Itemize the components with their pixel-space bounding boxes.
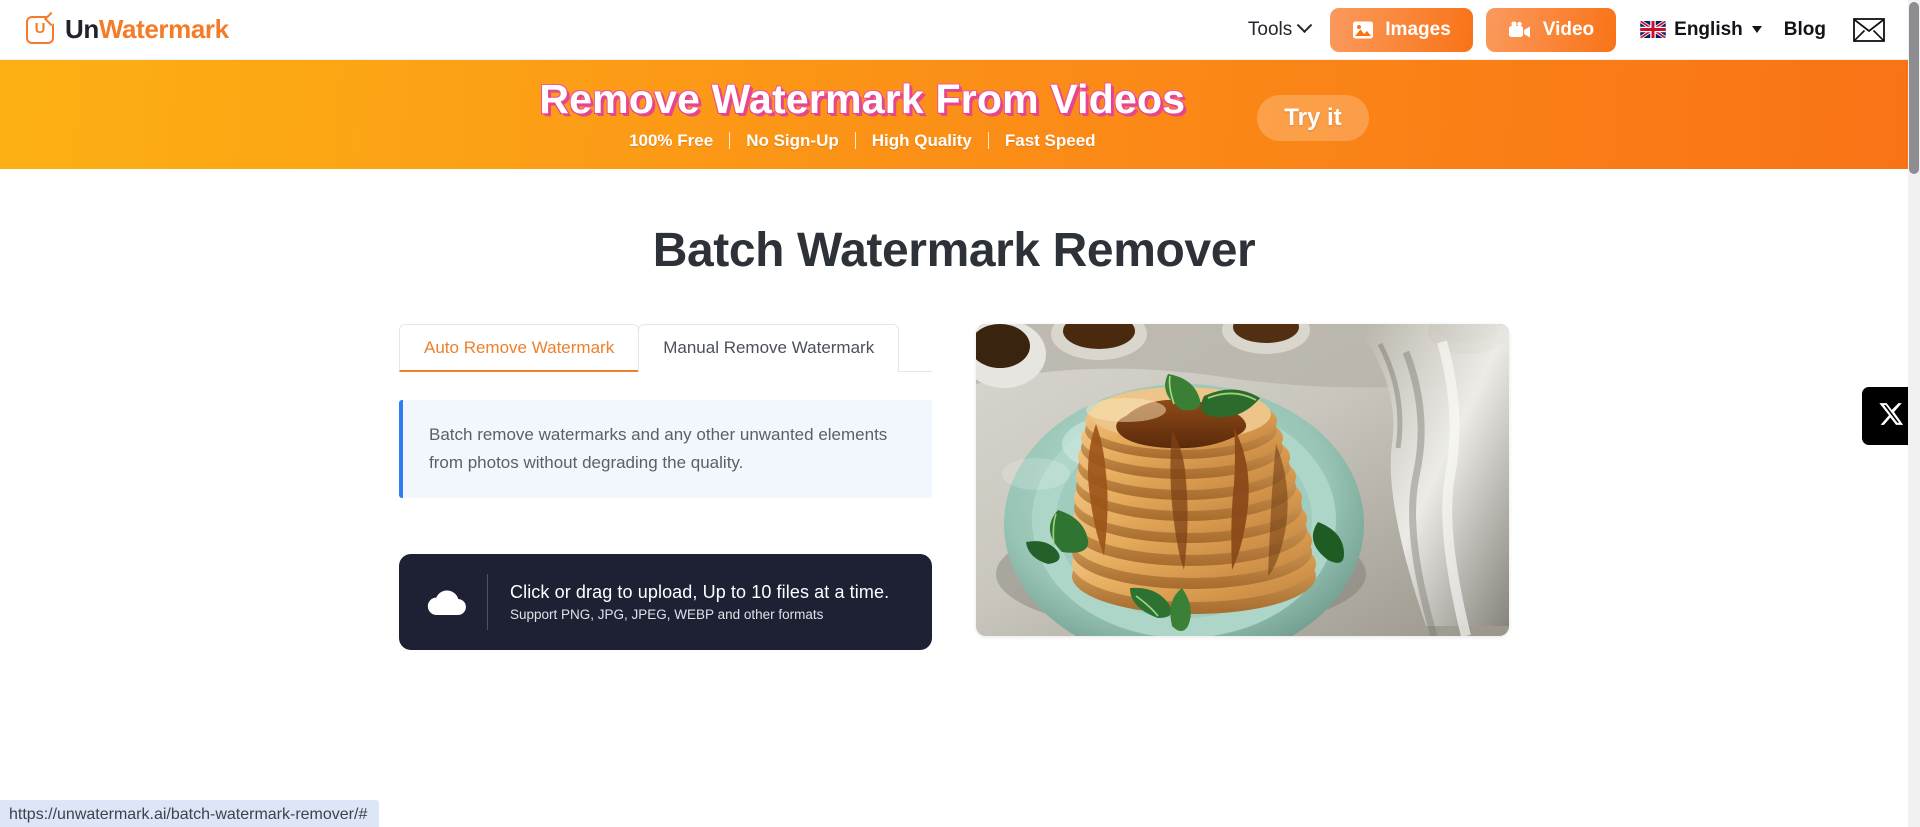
content-row: Auto Remove Watermark Manual Remove Wate… bbox=[0, 324, 1908, 651]
video-camera-icon bbox=[1508, 20, 1532, 40]
header-nav: Tools Images Video English Blog bbox=[1247, 7, 1908, 52]
brand-logo[interactable]: U UnWatermark bbox=[26, 14, 229, 45]
try-it-button[interactable]: Try it bbox=[1257, 94, 1369, 141]
promo-feature: Fast Speed bbox=[1004, 130, 1096, 150]
tab-auto-remove-watermark[interactable]: Auto Remove Watermark bbox=[399, 324, 640, 372]
promo-feature: 100% Free bbox=[629, 130, 714, 150]
language-label: English bbox=[1674, 18, 1743, 40]
promo-feature: No Sign-Up bbox=[746, 130, 839, 150]
promo-feature: High Quality bbox=[871, 130, 972, 150]
nav-tools-dropdown[interactable]: Tools bbox=[1247, 17, 1313, 41]
brand-name: UnWatermark bbox=[65, 14, 229, 45]
promo-text-block: Remove Watermark From Videos 100% Free N… bbox=[539, 78, 1185, 150]
upload-divider bbox=[487, 574, 488, 631]
upload-text-block: Click or drag to upload, Up to 10 files … bbox=[510, 582, 889, 622]
promo-banner[interactable]: Remove Watermark From Videos 100% Free N… bbox=[0, 60, 1908, 169]
brand-name-prefix: Un bbox=[65, 14, 99, 44]
nav-images-label: Images bbox=[1385, 18, 1451, 40]
nav-video-label: Video bbox=[1542, 18, 1595, 40]
main-content: Batch Watermark Remover Auto Remove Wate… bbox=[0, 169, 1908, 827]
site-header: U UnWatermark Tools Images Video English… bbox=[0, 0, 1908, 60]
info-callout: Batch remove watermarks and any other un… bbox=[399, 400, 932, 499]
envelope-icon[interactable] bbox=[1852, 17, 1886, 43]
pancakes-photo bbox=[976, 324, 1509, 636]
x-twitter-icon bbox=[1878, 401, 1904, 432]
brand-name-suffix: Watermark bbox=[98, 14, 229, 44]
upload-primary-text: Click or drag to upload, Up to 10 files … bbox=[510, 582, 890, 603]
logo-icon: U bbox=[26, 15, 54, 44]
left-column: Auto Remove Watermark Manual Remove Wate… bbox=[399, 324, 932, 651]
chevron-down-icon bbox=[1297, 17, 1313, 34]
tab-manual-remove-watermark[interactable]: Manual Remove Watermark bbox=[638, 324, 900, 372]
nav-blog-link[interactable]: Blog bbox=[1784, 19, 1826, 41]
upload-dropzone[interactable]: Click or drag to upload, Up to 10 files … bbox=[399, 554, 932, 651]
image-icon bbox=[1352, 20, 1374, 40]
tab-bar: Auto Remove Watermark Manual Remove Wate… bbox=[399, 324, 932, 372]
logo-letter: U bbox=[34, 20, 46, 37]
nav-video-button[interactable]: Video bbox=[1485, 7, 1617, 52]
nav-images-button[interactable]: Images bbox=[1330, 7, 1473, 52]
uk-flag-icon bbox=[1640, 21, 1667, 38]
page-scrollbar-thumb[interactable] bbox=[1909, 2, 1919, 174]
promo-features: 100% Free No Sign-Up High Quality Fast S… bbox=[539, 131, 1185, 151]
preview-image bbox=[976, 324, 1509, 636]
nav-tools-label: Tools bbox=[1247, 18, 1293, 40]
info-callout-text: Batch remove watermarks and any other un… bbox=[429, 425, 888, 472]
page-title: Batch Watermark Remover bbox=[652, 224, 1256, 277]
status-bar-url: https://unwatermark.ai/batch-watermark-r… bbox=[0, 800, 380, 827]
page-root: U UnWatermark Tools Images Video English… bbox=[0, 0, 1920, 827]
upload-secondary-text: Support PNG, JPG, JPEG, WEBP and other f… bbox=[510, 607, 824, 623]
promo-title: Remove Watermark From Videos bbox=[539, 76, 1186, 123]
caret-down-icon bbox=[1751, 26, 1762, 33]
cloud-upload-icon bbox=[425, 580, 469, 624]
language-selector[interactable]: English bbox=[1640, 19, 1762, 41]
